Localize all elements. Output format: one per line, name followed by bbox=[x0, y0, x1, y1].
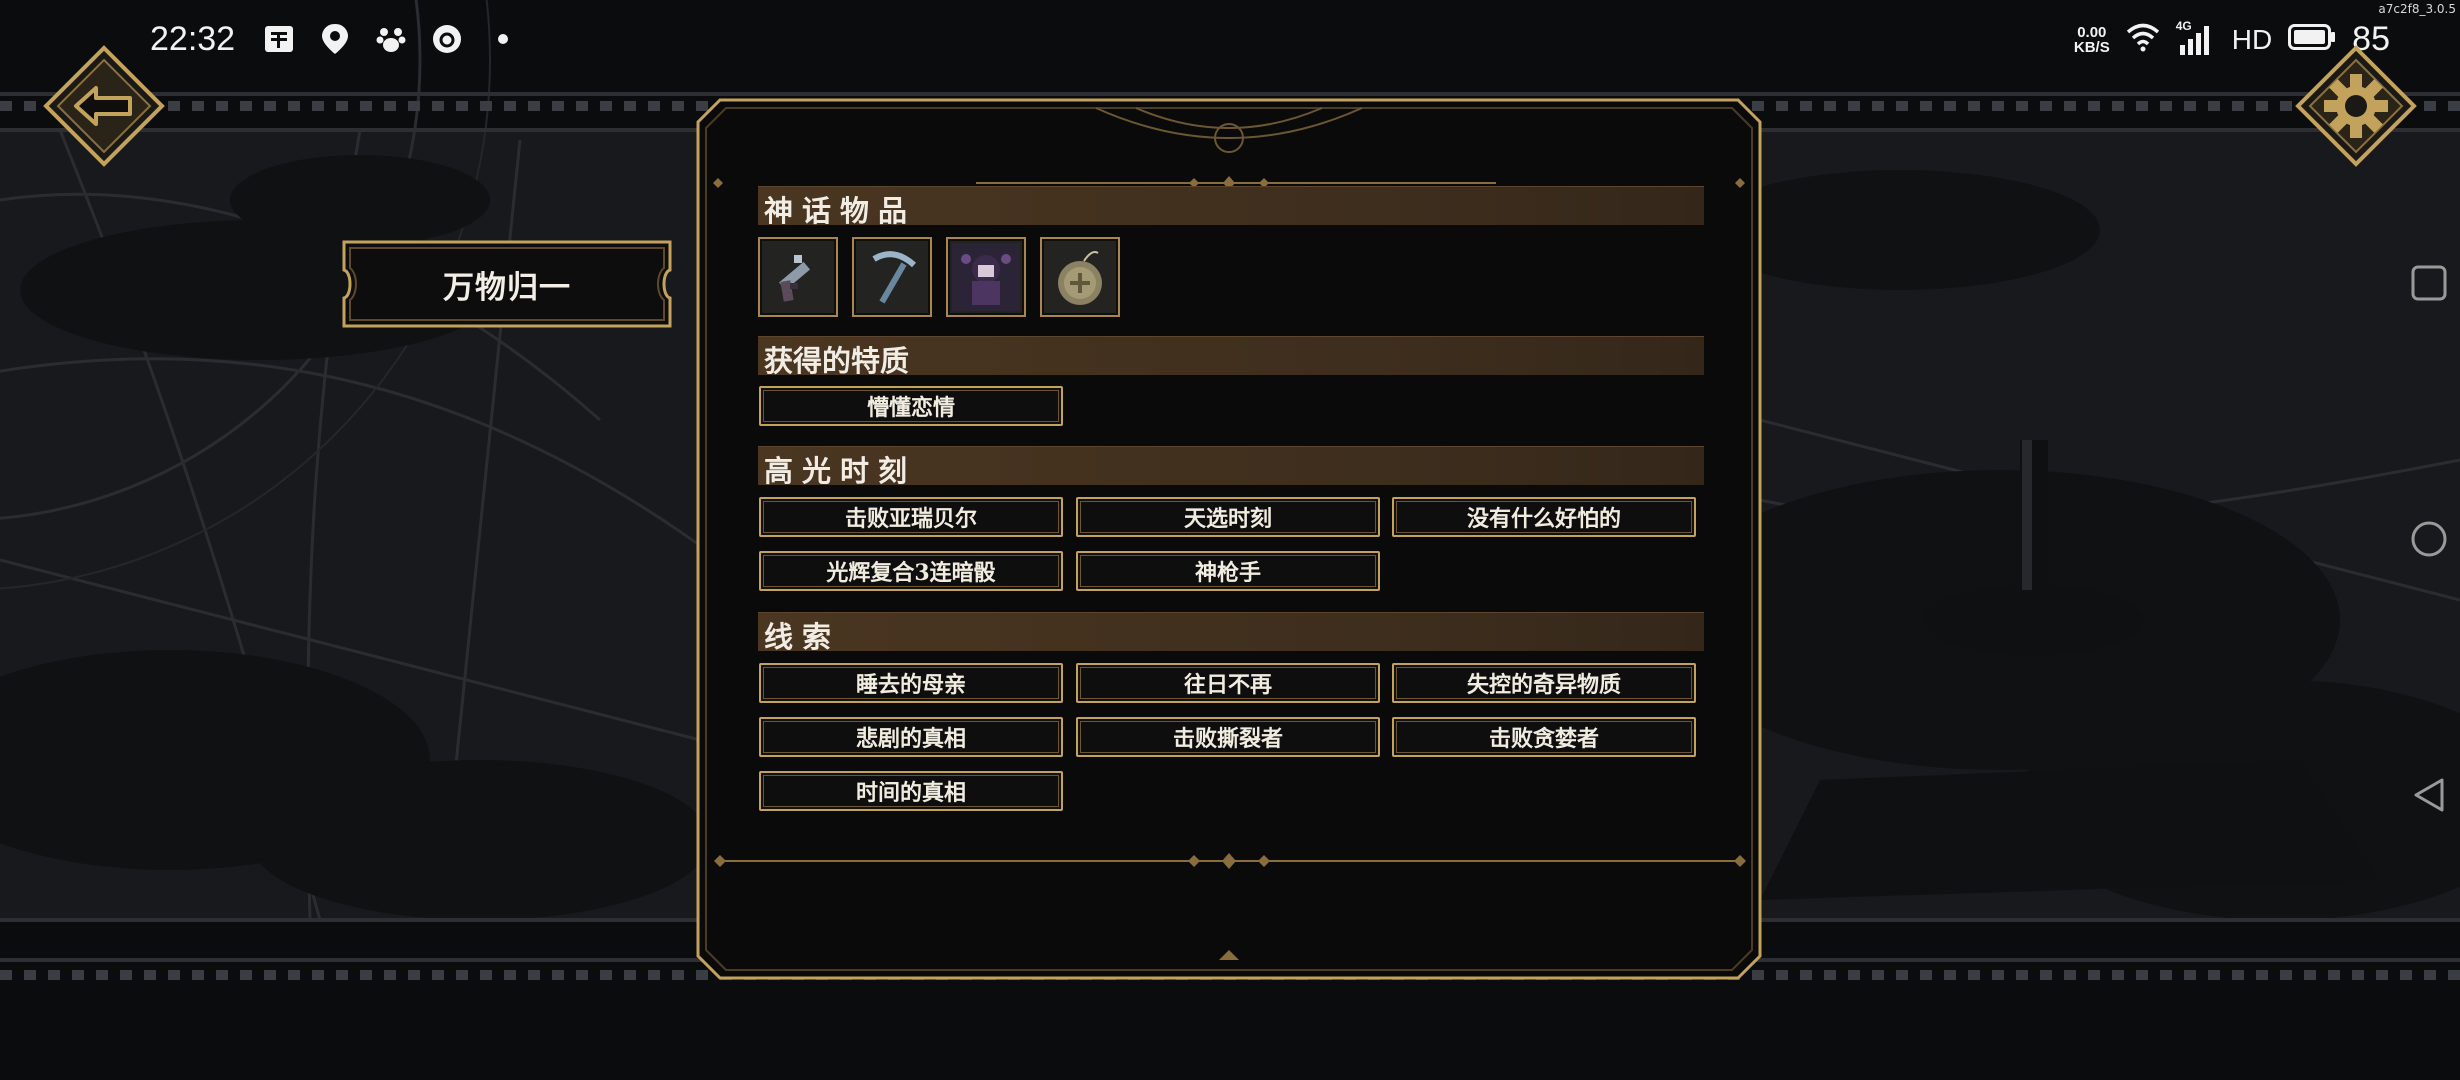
clue-tag[interactable]: 失控的奇异物质 bbox=[1392, 663, 1696, 703]
settings-button[interactable] bbox=[2294, 44, 2418, 168]
clue-tag[interactable]: 时间的真相 bbox=[759, 771, 1063, 811]
back-triangle-icon bbox=[2414, 778, 2444, 812]
clue-tag[interactable]: 击败贪婪者 bbox=[1392, 717, 1696, 757]
home-button[interactable] bbox=[2410, 520, 2448, 562]
recents-button[interactable] bbox=[2410, 264, 2448, 306]
trait-tag[interactable]: 懵懂恋情 bbox=[759, 386, 1063, 426]
clue-tag[interactable]: 往日不再 bbox=[1076, 663, 1380, 703]
section-highlights: 高光时刻 bbox=[758, 446, 1704, 488]
recents-square-icon bbox=[2411, 265, 2447, 301]
highlight-tag[interactable]: 击败亚瑞贝尔 bbox=[759, 497, 1063, 537]
home-circle-icon bbox=[2411, 521, 2447, 557]
section-title-traits: 获得的特质 bbox=[764, 344, 910, 378]
status-left-icons bbox=[262, 22, 520, 56]
pickaxe-item-icon[interactable] bbox=[852, 237, 932, 317]
clue-tag[interactable]: 击败撕裂者 bbox=[1076, 717, 1380, 757]
paw-icon bbox=[374, 22, 408, 56]
app-icon bbox=[262, 22, 296, 56]
net-speed-value: 0.00 bbox=[2077, 23, 2107, 41]
section-title-highlights: 高光时刻 bbox=[764, 454, 917, 488]
hd-indicator: HD bbox=[2231, 23, 2273, 55]
main-panel-frame bbox=[696, 98, 1762, 980]
section-title-clues: 线索 bbox=[764, 620, 841, 654]
circle-app-icon bbox=[430, 22, 464, 56]
section-title-mythic-items: 神话物品 bbox=[764, 194, 917, 228]
section-mythic-items: 神话物品 bbox=[758, 186, 1704, 228]
nav-back-button[interactable] bbox=[2410, 776, 2448, 818]
section-clues: 线索 bbox=[758, 612, 1704, 654]
net-speed: 0.00 KB/S bbox=[2074, 25, 2110, 55]
highlight-tag[interactable]: 没有什么好怕的 bbox=[1392, 497, 1696, 537]
back-button[interactable] bbox=[42, 44, 166, 168]
highlight-tag[interactable]: 神枪手 bbox=[1076, 551, 1380, 591]
location-icon bbox=[318, 22, 352, 56]
clue-tag[interactable]: 睡去的母亲 bbox=[759, 663, 1063, 703]
section-traits: 获得的特质 bbox=[758, 336, 1704, 378]
mythic-items-row bbox=[758, 237, 1120, 317]
highlight-tag[interactable]: 天选时刻 bbox=[1076, 497, 1380, 537]
gear-icon bbox=[2295, 45, 2417, 167]
wifi-icon bbox=[2126, 22, 2160, 57]
highlight-tag[interactable]: 光辉复合3连暗骰 bbox=[759, 551, 1063, 591]
bomb-item-icon[interactable] bbox=[1040, 237, 1120, 317]
pistol-item-icon[interactable] bbox=[758, 237, 838, 317]
title-plate: 万物归一 bbox=[443, 269, 571, 306]
character-portrait-item-icon[interactable] bbox=[946, 237, 1026, 317]
clue-tag[interactable]: 悲剧的真相 bbox=[759, 717, 1063, 757]
dot-icon bbox=[486, 22, 520, 56]
back-arrow-icon bbox=[43, 45, 165, 167]
version-label: a7c2f8_3.0.5 bbox=[2378, 2, 2456, 16]
net-speed-unit: KB/S bbox=[2073, 38, 2110, 56]
signal-icon: 4G bbox=[2176, 19, 2216, 57]
